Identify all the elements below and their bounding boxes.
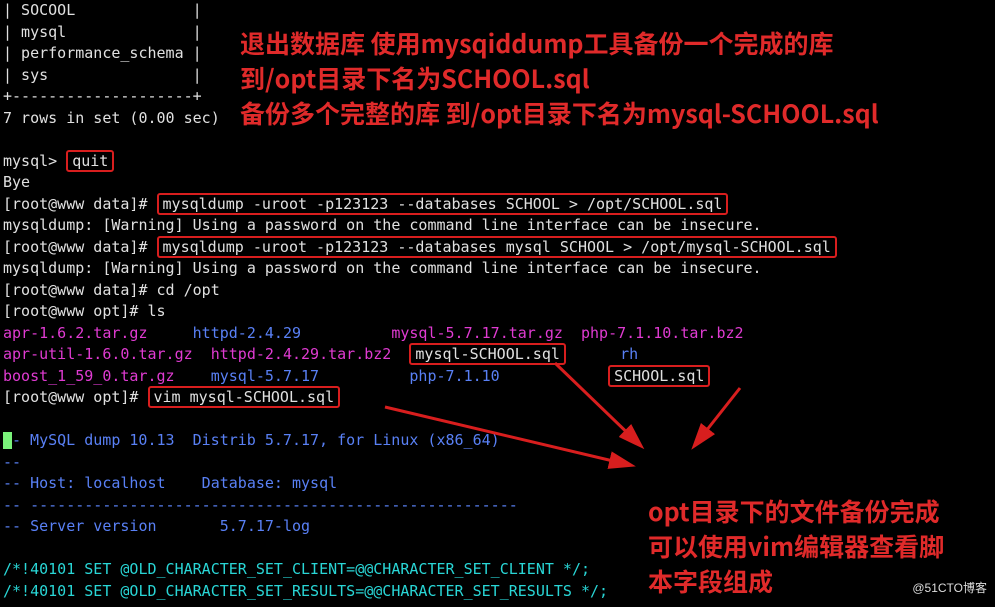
ls-output-row: apr-1.6.2.tar.gz httpd-2.4.29 mysql-5.7.… — [3, 323, 837, 345]
file-item: boost_1_59_0.tar.gz — [3, 367, 175, 385]
cd-line[interactable]: [root@www data]# cd /opt — [3, 280, 837, 302]
vim-content-line: -- Host: localhost Database: mysql — [3, 473, 837, 495]
annotation-bottom: opt目录下的文件备份完成 可以使用vim编辑器查看脚 本字段组成 — [648, 494, 944, 599]
mysql-prompt: mysql> — [3, 152, 66, 170]
highlight-file-school: SCHOOL.sql — [608, 365, 710, 387]
highlight-vim-cmd: vim mysql-SCHOOL.sql — [148, 386, 341, 408]
file-item: mysql-5.7.17.tar.gz — [391, 324, 563, 342]
bye-line: Bye — [3, 172, 837, 194]
annotation-line: 退出数据库 使用mysqiddump工具备份一个完成的库 — [240, 26, 879, 61]
highlight-mysqldump-2: mysqldump -uroot -p123123 --databases my… — [157, 236, 837, 258]
watermark: @51CTO博客 — [912, 578, 987, 600]
shell-prompt-line[interactable]: [root@www opt]# vim mysql-SCHOOL.sql — [3, 387, 837, 409]
annotation-line: 备份多个完整的库 到/opt目录下名为mysql-SCHOOL.sql — [240, 96, 879, 131]
ls-output-row: boost_1_59_0.tar.gz mysql-5.7.17 php-7.1… — [3, 366, 837, 388]
annotation-line: 本字段组成 — [648, 564, 944, 599]
dir-item: mysql-5.7.17 — [211, 367, 319, 385]
file-item: httpd-2.4.29.tar.bz2 — [211, 345, 392, 363]
annotation-line: opt目录下的文件备份完成 — [648, 494, 944, 529]
annotation-line: 可以使用vim编辑器查看脚 — [648, 529, 944, 564]
dir-item: php-7.1.10 — [409, 367, 499, 385]
shell-prompt-line[interactable]: [root@www data]# mysqldump -uroot -p1231… — [3, 237, 837, 259]
highlight-quit: quit — [66, 150, 114, 172]
shell-prompt: [root@www data]# — [3, 195, 157, 213]
file-item: apr-1.6.2.tar.gz — [3, 324, 148, 342]
dir-item: rh — [620, 345, 638, 363]
mysql-prompt-line[interactable]: mysql> quit — [3, 151, 837, 173]
file-item: php-7.1.10.tar.bz2 — [581, 324, 744, 342]
file-item: apr-util-1.6.0.tar.gz — [3, 345, 193, 363]
shell-prompt: [root@www opt]# — [3, 388, 148, 406]
warning-line: mysqldump: [Warning] Using a password on… — [3, 258, 837, 280]
highlight-file-mysql-school: mysql-SCHOOL.sql — [409, 343, 566, 365]
annotation-line: 到/opt目录下名为SCHOOL.sql — [240, 61, 879, 96]
shell-prompt-line[interactable]: [root@www data]# mysqldump -uroot -p1231… — [3, 194, 837, 216]
vim-content-line: -- — [3, 452, 837, 474]
annotation-top: 退出数据库 使用mysqiddump工具备份一个完成的库 到/opt目录下名为S… — [240, 26, 879, 131]
ls-line[interactable]: [root@www opt]# ls — [3, 301, 837, 323]
highlight-mysqldump-1: mysqldump -uroot -p123123 --databases SC… — [157, 193, 729, 215]
vim-cursor — [3, 432, 12, 449]
ls-output-row: apr-util-1.6.0.tar.gz httpd-2.4.29.tar.b… — [3, 344, 837, 366]
vim-content-line: - MySQL dump 10.13 Distrib 5.7.17, for L… — [3, 430, 837, 452]
warning-line: mysqldump: [Warning] Using a password on… — [3, 215, 837, 237]
table-row: | SOCOOL | — [3, 0, 837, 22]
dir-item: httpd-2.4.29 — [193, 324, 301, 342]
shell-prompt: [root@www data]# — [3, 238, 157, 256]
